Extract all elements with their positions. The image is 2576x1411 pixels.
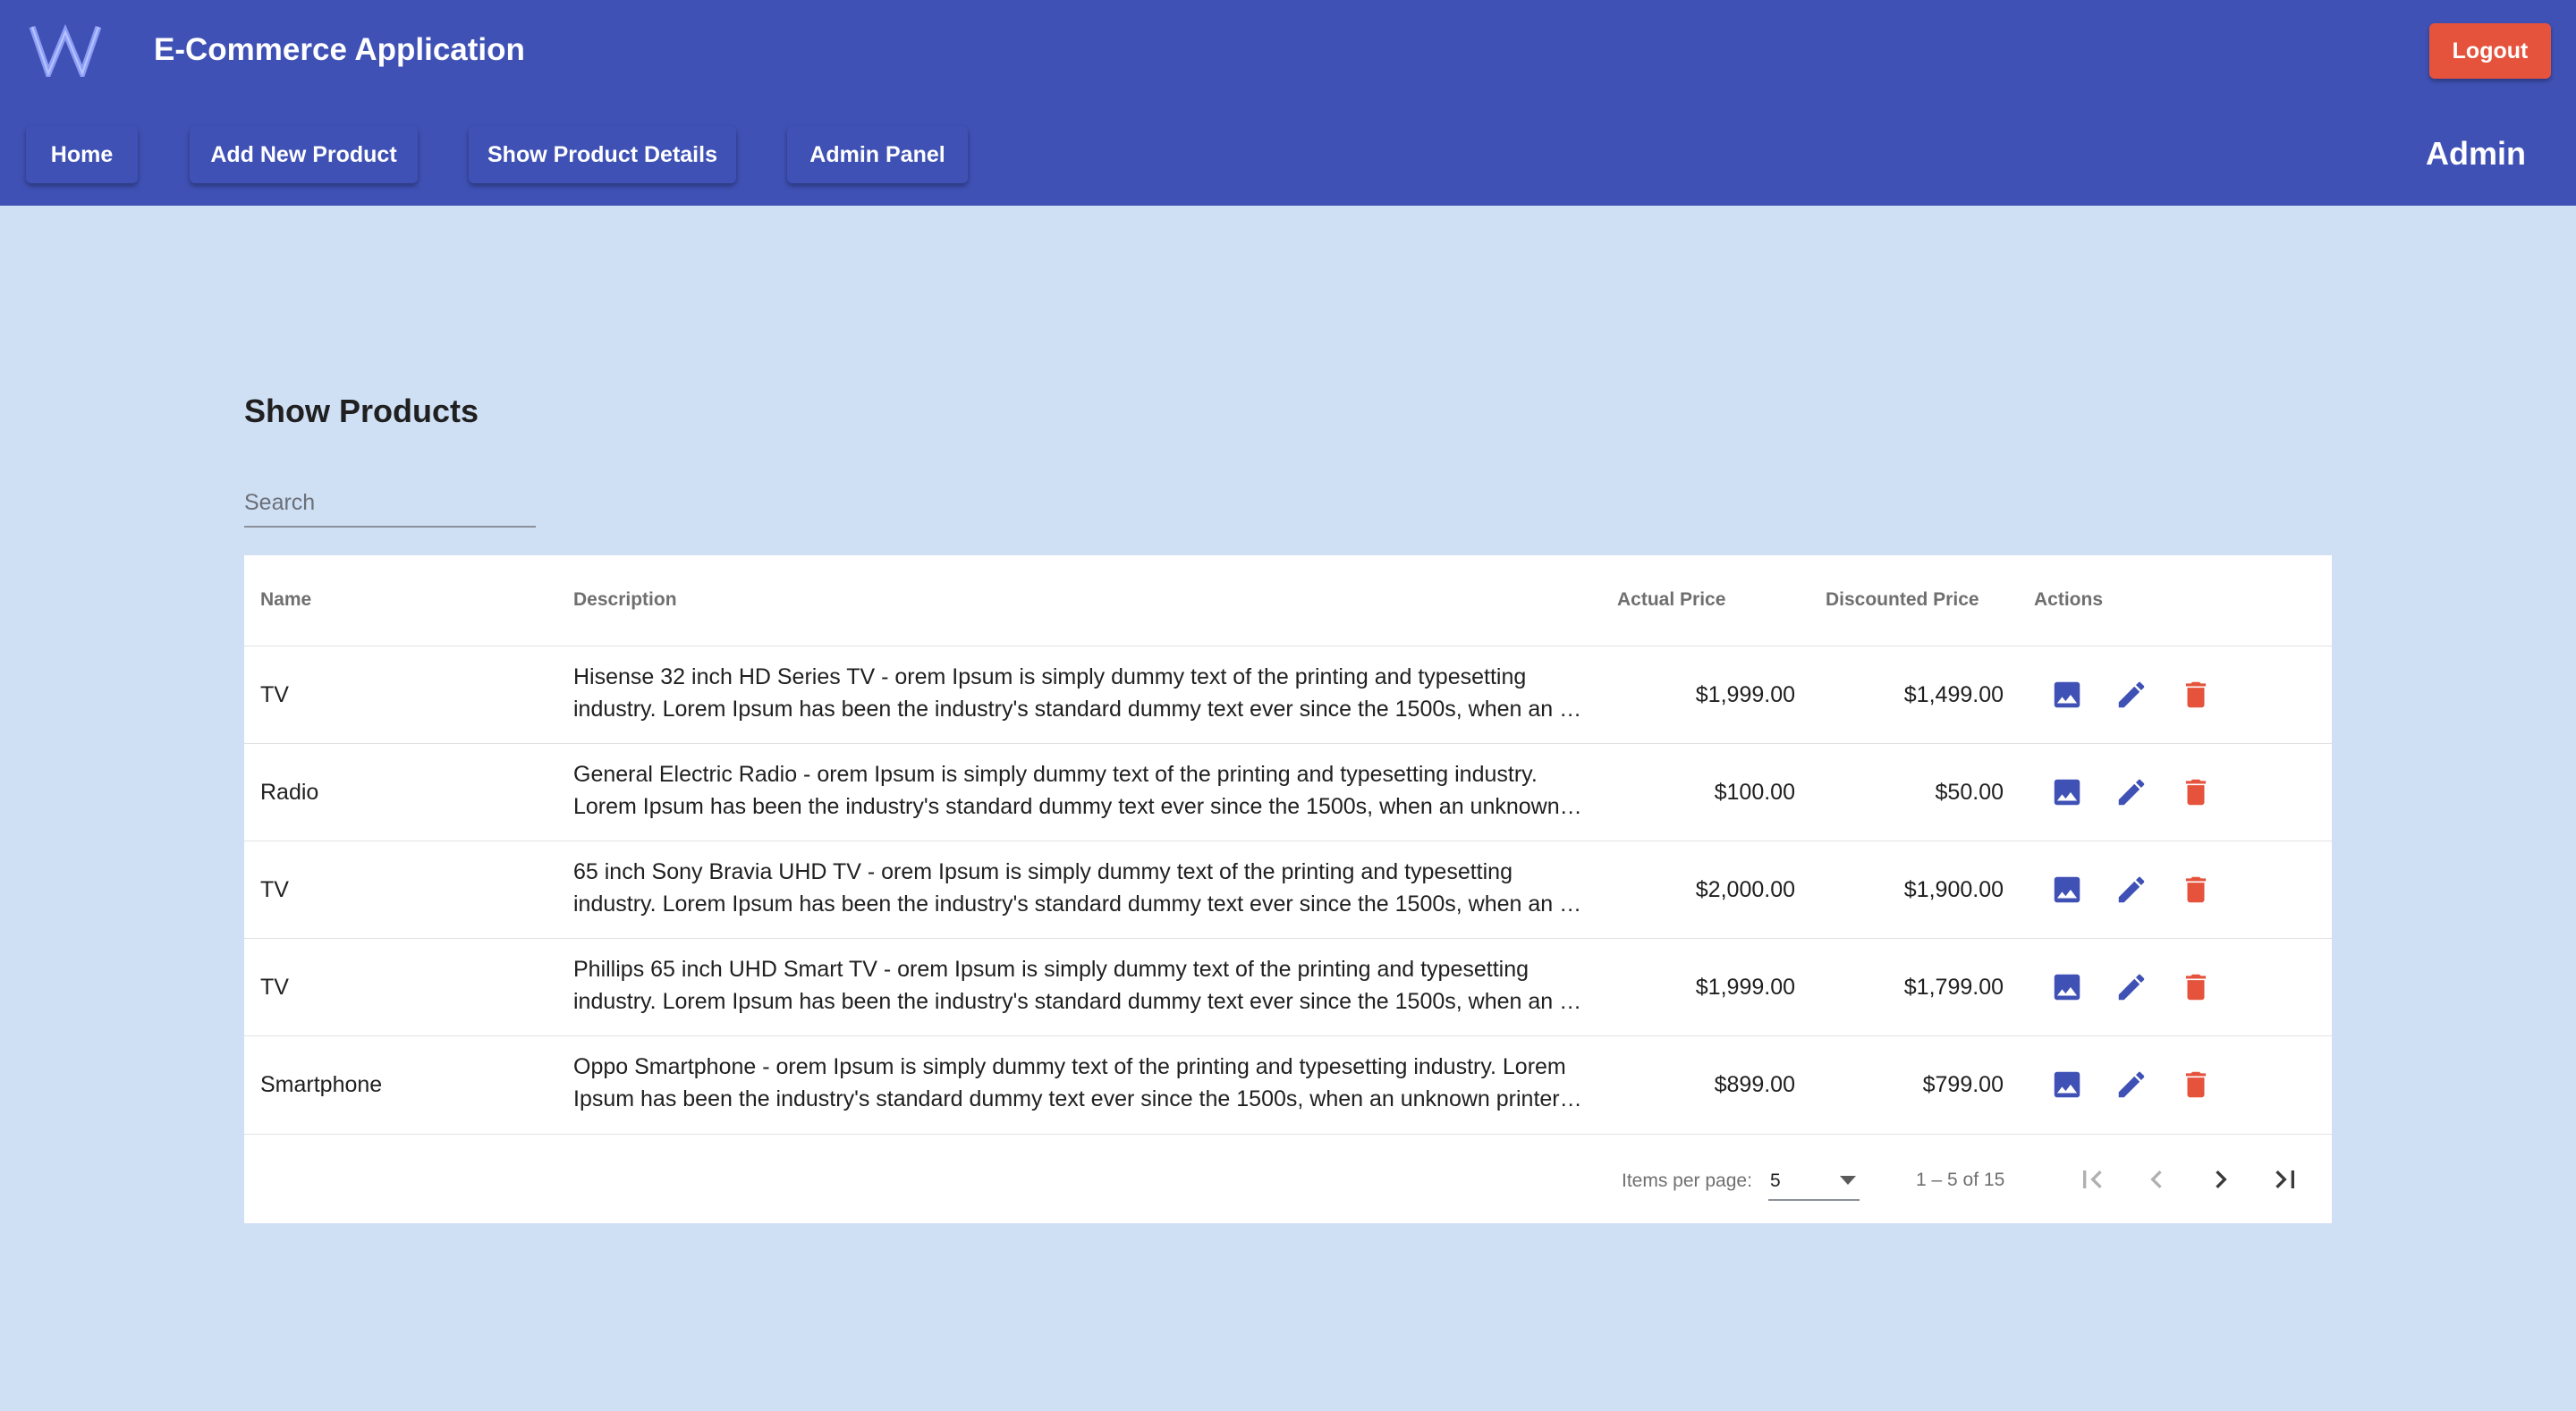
product-name-cell: TV (260, 877, 289, 902)
app-title: E-Commerce Application (154, 32, 525, 67)
edit-icon[interactable] (2112, 1065, 2151, 1104)
product-description-cell: Oppo Smartphone - orem Ipsum is simply d… (573, 1051, 1584, 1115)
description-line: General Electric Radio - orem Ipsum is s… (573, 762, 1538, 787)
product-description-cell: Phillips 65 inch UHD Smart TV - orem Ips… (573, 953, 1584, 1018)
table-row: TV Hisense 32 inch HD Series TV - orem I… (244, 646, 2332, 743)
delete-icon[interactable] (2176, 870, 2216, 909)
column-header-description[interactable]: Description (573, 587, 677, 613)
delete-icon[interactable] (2176, 675, 2216, 714)
nav-home-button[interactable]: Home (26, 126, 138, 183)
image-icon[interactable] (2047, 773, 2087, 812)
actual-price-cell: $2,000.00 (1695, 877, 1795, 902)
discounted-price-cell: $1,900.00 (1903, 877, 2004, 902)
description-line: industry. Lorem Ipsum has been the indus… (573, 697, 1584, 722)
delete-icon[interactable] (2176, 967, 2216, 1007)
top-toolbar: E-Commerce Application Logout Home Add N… (0, 0, 2576, 206)
actual-price-cell: $100.00 (1714, 780, 1795, 805)
description-line: 65 inch Sony Bravia UHD TV - orem Ipsum … (573, 859, 1513, 884)
edit-icon[interactable] (2112, 967, 2151, 1007)
nav-add-product-button[interactable]: Add New Product (190, 126, 418, 183)
delete-icon[interactable] (2176, 1065, 2216, 1104)
user-role-label: Admin (2426, 135, 2526, 172)
edit-icon[interactable] (2112, 870, 2151, 909)
actual-price-cell: $1,999.00 (1695, 975, 1795, 1000)
image-icon[interactable] (2047, 870, 2087, 909)
chevron-down-icon (1840, 1176, 1856, 1185)
image-icon[interactable] (2047, 967, 2087, 1007)
products-table: Name Description Actual Price Discounted… (244, 555, 2332, 1223)
description-line: industry. Lorem Ipsum has been the indus… (573, 989, 1584, 1014)
page-range-label: 1 – 5 of 15 (1916, 1170, 2005, 1190)
delete-icon[interactable] (2176, 773, 2216, 812)
first-page-icon[interactable] (2071, 1158, 2114, 1201)
actual-price-cell: $899.00 (1714, 1072, 1795, 1097)
nav-admin-panel-button[interactable]: Admin Panel (787, 126, 968, 183)
logout-button[interactable]: Logout (2429, 23, 2551, 79)
description-line: Hisense 32 inch HD Series TV - orem Ipsu… (573, 664, 1527, 689)
discounted-price-cell: $1,799.00 (1903, 975, 2004, 1000)
last-page-icon[interactable] (2264, 1158, 2307, 1201)
table-row: TV Phillips 65 inch UHD Smart TV - orem … (244, 938, 2332, 1035)
product-name-cell: Radio (260, 780, 319, 805)
discounted-price-cell: $1,499.00 (1903, 682, 2004, 707)
items-per-page-value: 5 (1770, 1170, 1781, 1191)
description-line: Ipsum has been the industry's standard d… (573, 1086, 1584, 1111)
image-icon[interactable] (2047, 675, 2087, 714)
search-field (244, 483, 536, 528)
edit-icon[interactable] (2112, 675, 2151, 714)
actual-price-cell: $1,999.00 (1695, 682, 1795, 707)
description-line: Oppo Smartphone - orem Ipsum is simply d… (573, 1054, 1566, 1079)
page-title: Show Products (244, 393, 479, 429)
product-description-cell: Hisense 32 inch HD Series TV - orem Ipsu… (573, 661, 1584, 725)
table-row: TV 65 inch Sony Bravia UHD TV - orem Ips… (244, 841, 2332, 938)
nav-show-product-details-button[interactable]: Show Product Details (469, 126, 736, 183)
edit-icon[interactable] (2112, 773, 2151, 812)
column-header-actual-price[interactable]: Actual Price (1617, 587, 1725, 613)
items-per-page-select[interactable]: 5 (1768, 1162, 1860, 1201)
product-name-cell: Smartphone (260, 1072, 383, 1097)
paginator: Items per page: 5 1 – 5 of 15 (244, 1134, 2332, 1223)
column-header-name[interactable]: Name (260, 587, 311, 613)
table-row: Smartphone Oppo Smartphone - orem Ipsum … (244, 1035, 2332, 1133)
items-per-page-label: Items per page: (1622, 1170, 1752, 1191)
image-icon[interactable] (2047, 1065, 2087, 1104)
next-page-icon[interactable] (2199, 1158, 2242, 1201)
product-description-cell: General Electric Radio - orem Ipsum is s… (573, 758, 1584, 823)
description-line: Lorem Ipsum has been the industry's stan… (573, 794, 1584, 819)
discounted-price-cell: $50.00 (1935, 780, 2004, 805)
product-name-cell: TV (260, 975, 289, 1000)
discounted-price-cell: $799.00 (1922, 1072, 2004, 1097)
previous-page-icon[interactable] (2135, 1158, 2178, 1201)
column-header-actions: Actions (2034, 589, 2104, 610)
column-header-discounted-price[interactable]: Discounted Price (1826, 587, 1979, 613)
app-logo-icon (29, 23, 102, 77)
product-name-cell: TV (260, 682, 289, 707)
search-input[interactable] (244, 483, 536, 522)
description-line: industry. Lorem Ipsum has been the indus… (573, 891, 1584, 917)
product-description-cell: 65 inch Sony Bravia UHD TV - orem Ipsum … (573, 856, 1584, 920)
description-line: Phillips 65 inch UHD Smart TV - orem Ips… (573, 957, 1530, 982)
table-row: Radio General Electric Radio - orem Ipsu… (244, 743, 2332, 841)
